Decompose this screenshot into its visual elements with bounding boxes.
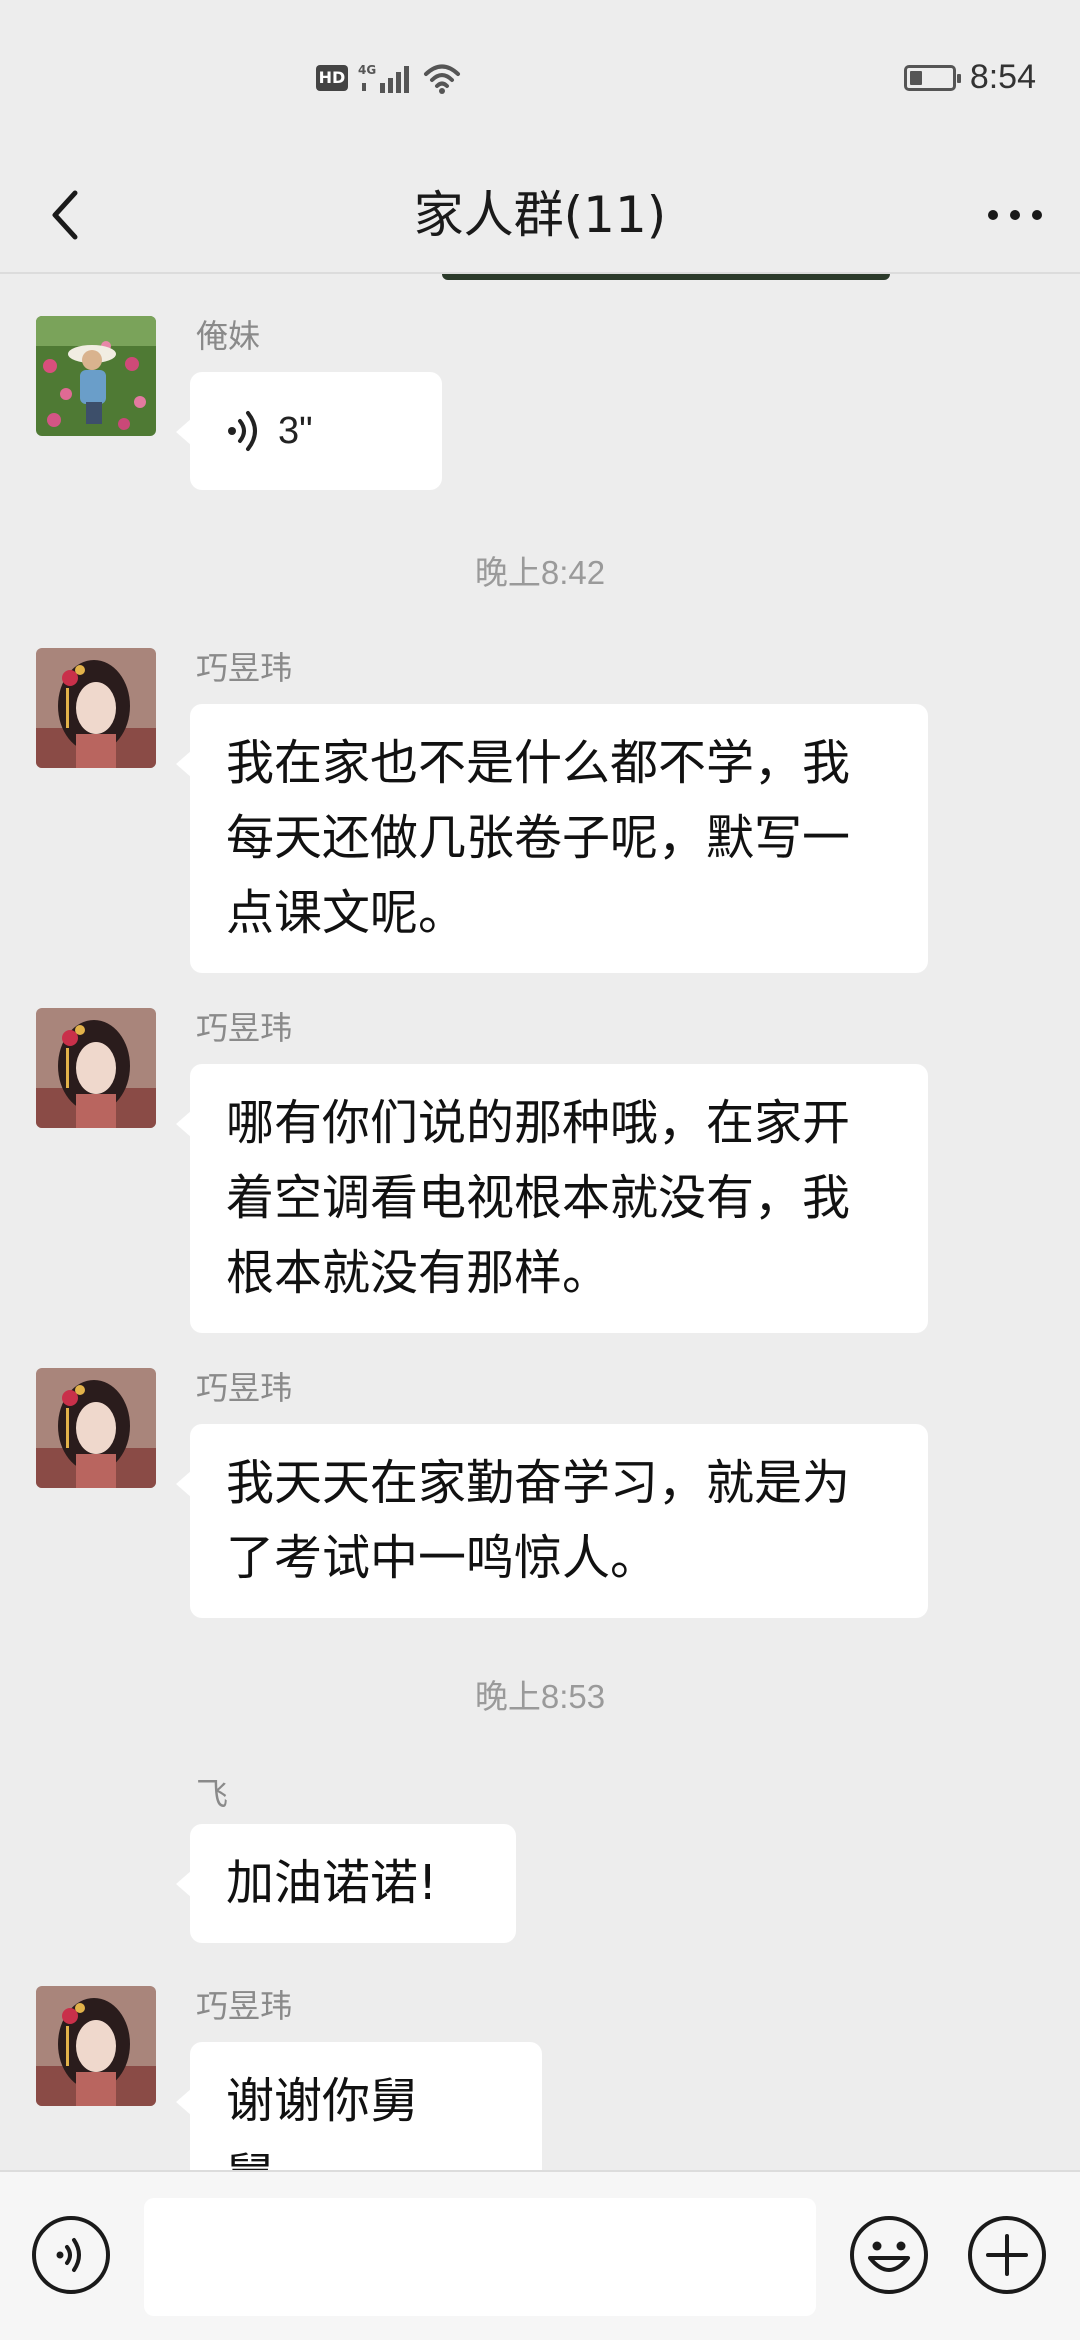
- avatar-girl-portrait: [36, 648, 156, 768]
- clock-time: 8:54: [969, 58, 1036, 96]
- status-bar: HD 4G 8:54: [0, 0, 1080, 160]
- sender-name: 巧昱玮: [196, 1009, 293, 1047]
- avatar-sender-2[interactable]: [36, 648, 156, 768]
- status-icons: HD 4G: [316, 60, 462, 96]
- avatar-sender-1[interactable]: [36, 316, 156, 436]
- more-dots-icon: [988, 210, 1042, 220]
- text-message-bubble[interactable]: 我天天在家勤奋学习，就是为了考试中一鸣惊人。: [176, 1424, 928, 1618]
- message-item: 俺妹 3": [0, 316, 1080, 490]
- timestamp: 晚上8:53: [474, 1678, 606, 1715]
- chat-message-list[interactable]: 俺妹 3" 晚上8:42 巧昱玮 我在家也不是什么都不学，我每天还做几张卷子呢，…: [0, 274, 1080, 2170]
- avatar-girl-portrait: [36, 1986, 156, 2106]
- sender-name: 俺妹: [196, 317, 261, 355]
- text-message-bubble[interactable]: 谢谢你舅舅。: [176, 2042, 542, 2170]
- plus-icon: [968, 2216, 1046, 2294]
- message-item: 巧昱玮 哪有你们说的那种哦，在家开着空调看电视根本就没有，我根本就没有那样。: [0, 1008, 1080, 1333]
- voice-wave-icon: [228, 411, 257, 451]
- text-message-bubble[interactable]: 加油诺诺!: [176, 1824, 516, 1943]
- sender-name: 巧昱玮: [196, 649, 293, 687]
- wifi-icon: [424, 64, 460, 94]
- sender-name: 巧昱玮: [196, 1369, 293, 1407]
- text-message-bubble[interactable]: 哪有你们说的那种哦，在家开着空调看电视根本就没有，我根本就没有那样。: [176, 1064, 928, 1333]
- message-item: 巧昱玮 我天天在家勤奋学习，就是为了考试中一鸣惊人。: [0, 1368, 1080, 1618]
- avatar-girl-portrait: [36, 1008, 156, 1128]
- timestamp: 晚上8:42: [474, 554, 606, 591]
- previous-image-message[interactable]: [442, 274, 890, 280]
- signal-4g-icon: 4G: [358, 63, 409, 93]
- message-item: 飞 加油诺诺!: [0, 1774, 1080, 1944]
- avatar-girl-portrait: [36, 1368, 156, 1488]
- chevron-left-icon: [52, 190, 78, 240]
- message-item: 巧昱玮 我在家也不是什么都不学，我每天还做几张卷子呢，默写一点课文呢。: [0, 648, 1080, 973]
- voice-mode-button[interactable]: [30, 2214, 112, 2296]
- nav-bar: 家人群(11): [0, 160, 1080, 270]
- voice-mode-icon: [32, 2216, 110, 2294]
- network-label: 4G: [358, 63, 376, 77]
- status-right: 8:54: [903, 58, 1036, 97]
- sender-name: 飞: [196, 1775, 229, 1813]
- avatar-sender-4[interactable]: [36, 1368, 156, 1488]
- chat-title: 家人群(11): [413, 186, 667, 244]
- input-bar: [0, 2170, 1080, 2340]
- voice-message-bubble[interactable]: 3": [176, 372, 442, 490]
- message-item: 巧昱玮 谢谢你舅舅。: [0, 1986, 1080, 2170]
- more-functions-button[interactable]: [966, 2214, 1048, 2296]
- more-options-button[interactable]: [980, 180, 1050, 250]
- avatar-woman-in-flower-field: [36, 316, 156, 436]
- avatar-sender-3[interactable]: [36, 1008, 156, 1128]
- sender-name: 巧昱玮: [196, 1987, 293, 2025]
- avatar-sender-6[interactable]: [36, 1986, 156, 2106]
- emoji-button[interactable]: [848, 2214, 930, 2296]
- hd-icon: HD: [316, 65, 348, 91]
- voice-duration: 3": [278, 409, 313, 452]
- back-button[interactable]: [30, 180, 100, 250]
- emoji-icon: [850, 2216, 928, 2294]
- chat-screen: HD 4G 8:54 家人群(11) 俺妹 3" 晚上8:42 巧昱玮 我在家也…: [0, 0, 1080, 2340]
- text-message-bubble[interactable]: 我在家也不是什么都不学，我每天还做几张卷子呢，默写一点课文呢。: [176, 704, 928, 973]
- message-input[interactable]: [144, 2198, 816, 2316]
- battery-icon: [903, 64, 961, 91]
